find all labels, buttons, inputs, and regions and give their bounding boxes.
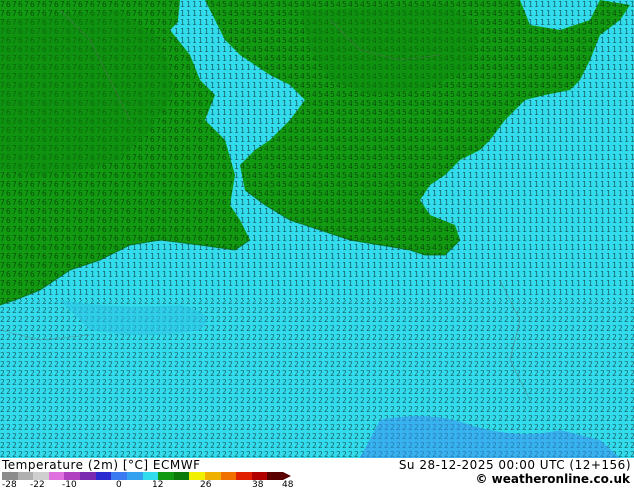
scale-segment [33, 472, 50, 480]
scale-segment [173, 472, 190, 480]
scale-segment [142, 472, 159, 480]
scale-segment [48, 472, 65, 480]
scale-segment [220, 472, 237, 480]
scale-segment [95, 472, 112, 480]
scale-segment [64, 472, 81, 480]
scale-segment [267, 472, 284, 480]
scale-segment [204, 472, 221, 480]
scale-label: 0 [116, 480, 122, 490]
temperature-color-scale [2, 472, 290, 480]
scale-label: -28 [2, 480, 17, 490]
scale-labels: -28 -22 -10 0 12 26 38 48 [0, 480, 300, 490]
scale-segment [251, 472, 268, 480]
scale-segment [236, 472, 253, 480]
scale-label: -10 [62, 480, 77, 490]
scale-segment [17, 472, 34, 480]
forecast-datetime: Su 28-12-2025 00:00 UTC (12+156) [398, 458, 631, 472]
map-title: Temperature (2m) [°C] ECMWF [2, 458, 201, 472]
credit-link[interactable]: © weatheronline.co.uk [475, 472, 630, 486]
scale-label: -22 [30, 480, 45, 490]
scale-segment [158, 472, 175, 480]
scale-label: 26 [200, 480, 212, 490]
scale-segment [2, 472, 18, 480]
scale-segment [189, 472, 206, 480]
scale-segment [80, 472, 97, 480]
scale-label: 12 [152, 480, 164, 490]
scale-arrow-tip [283, 472, 291, 480]
scale-segment [111, 472, 128, 480]
temperature-map: 1 1 2 2 4 5 7 6 [0, 0, 634, 458]
scale-label: 38 [252, 480, 264, 490]
scale-segment [126, 472, 143, 480]
scale-label: 48 [282, 480, 294, 490]
map-footer: Temperature (2m) [°C] ECMWF Su 28-12-202… [0, 458, 634, 490]
